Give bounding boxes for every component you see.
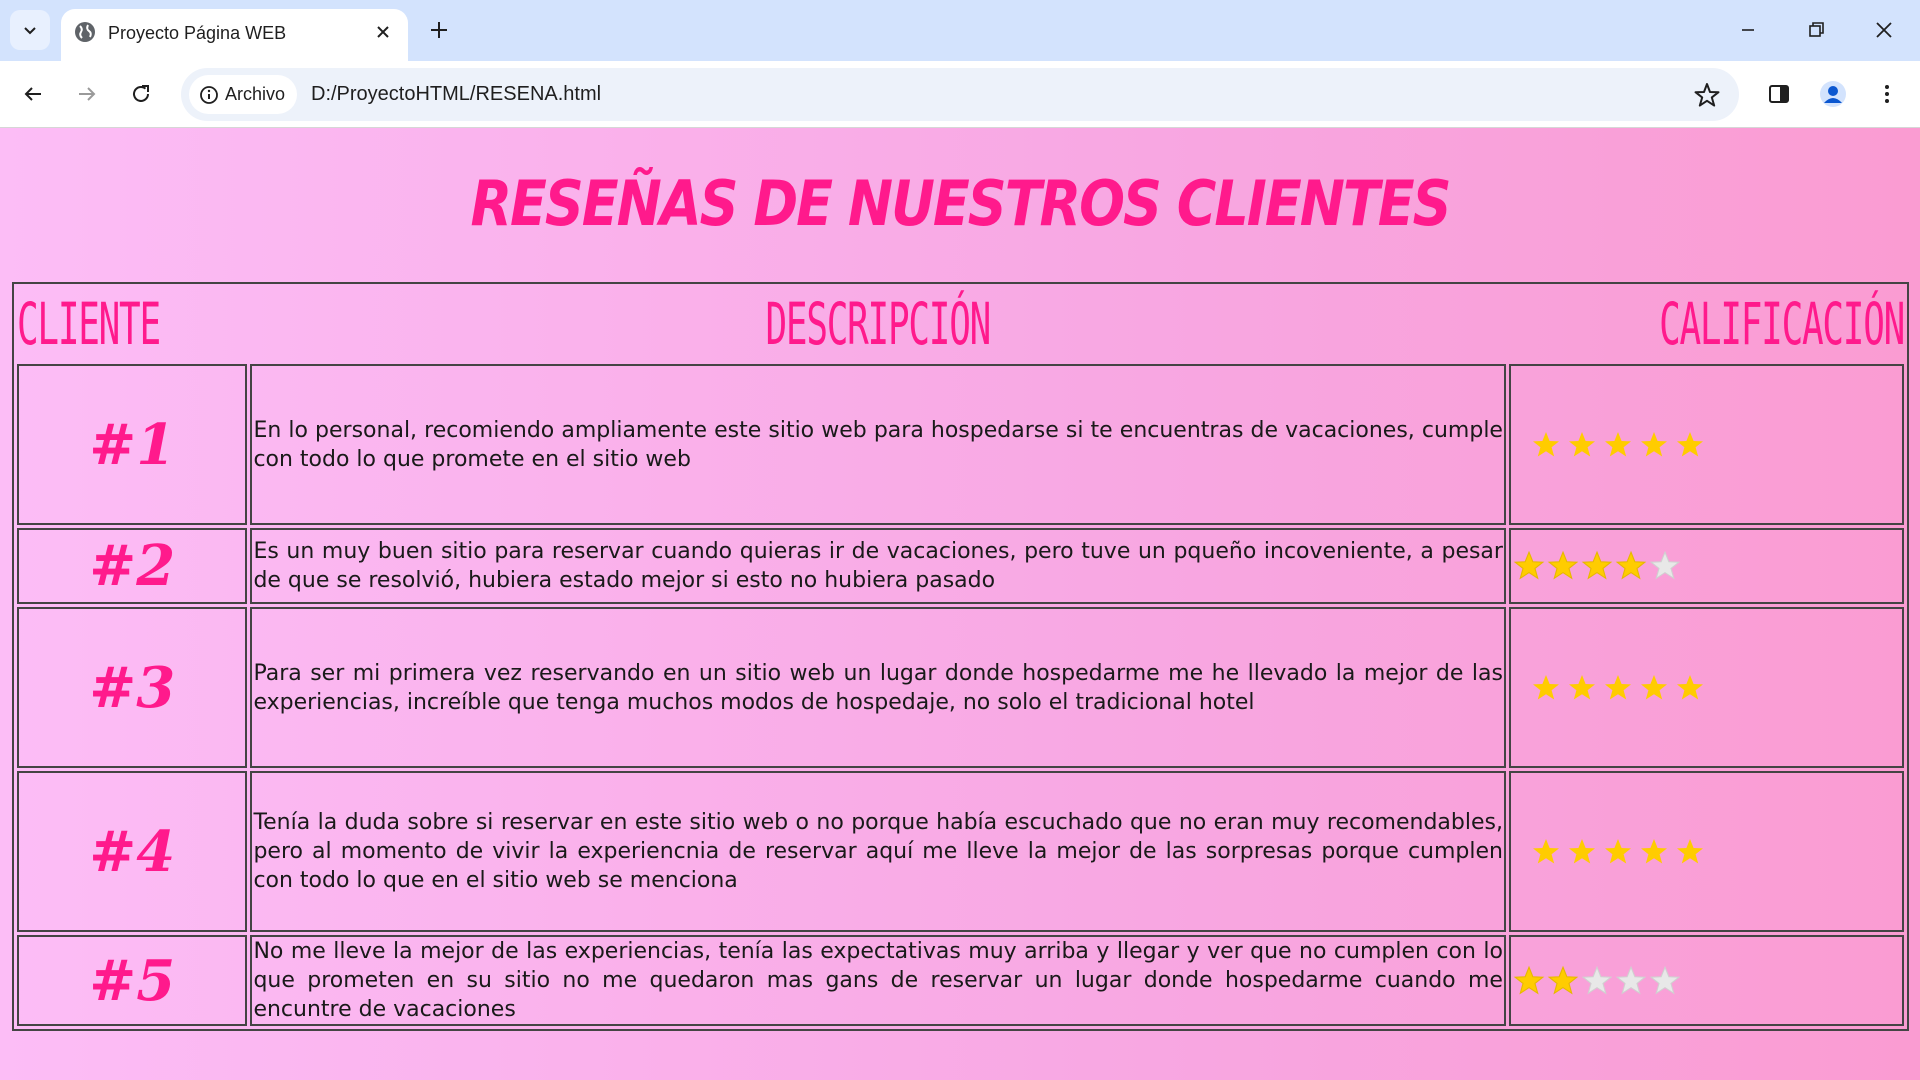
address-bar[interactable]: Archivo D:/ProyectoHTML/RESENA.html [181,68,1739,121]
star-rating [1511,430,1902,460]
review-text: Es un muy buen sitio para reservar cuand… [250,528,1506,604]
restore-icon [1809,22,1824,37]
star-empty-icon [1649,550,1681,580]
table-row: #1 En lo personal, recomiendo ampliament… [17,364,1904,525]
star-filled-icon [1568,431,1595,456]
star-filled-icon [1604,674,1631,699]
table-row: #3 Para ser mi primera vez reservando en… [17,607,1904,768]
header-calificacion: CALIFICACIÓN [1659,290,1905,358]
client-number: #4 [17,771,248,932]
rating-cell [1508,935,1904,1026]
table-row: #4 Tenía la duda sobre si reservar en es… [17,771,1904,932]
forward-button[interactable] [71,78,103,110]
star-filled-icon [1604,431,1631,456]
star-icon[interactable] [1693,81,1721,109]
back-button[interactable] [17,78,49,110]
minimize-icon [1742,29,1754,31]
star-empty-icon [1649,965,1681,994]
tab-search-button[interactable] [10,10,50,50]
back-icon [24,87,41,101]
star-filled-icon [1532,674,1559,699]
site-info-label: Archivo [225,84,286,104]
minimize-button[interactable] [1732,14,1764,46]
star-rating [1511,550,1902,582]
star-filled-icon [1568,838,1595,863]
table-row: #5 No me lleve la mejor de las experienc… [17,935,1904,1026]
star-filled-icon [1547,550,1579,580]
star-filled-icon [1640,838,1667,863]
review-text: Para ser mi primera vez reservando en un… [250,607,1506,768]
star-filled-icon [1604,838,1631,863]
tab-title: Proyecto Página WEB [108,23,287,43]
header-descripcion: DESCRIPCIÓN [765,290,992,358]
menu-button[interactable] [1871,78,1903,110]
star-filled-icon [1640,431,1667,456]
star-filled-icon [1513,550,1545,580]
side-panel-button[interactable] [1763,78,1795,110]
forward-icon [79,87,96,101]
tab-strip: Proyecto Página WEB [0,0,1920,61]
star-filled-icon [1532,838,1559,863]
star-filled-icon [1568,674,1595,699]
rating-cell [1508,607,1904,768]
active-tab[interactable]: Proyecto Página WEB [61,9,408,61]
side-panel-icon [1769,85,1789,103]
star-empty-icon [1615,965,1647,994]
page-title: RESEÑAS DE NUESTROS CLIENTES [470,167,1451,240]
rating-cell [1508,528,1904,604]
menu-icon [1885,85,1889,103]
star-empty-icon [1581,965,1613,994]
review-text: No me lleve la mejor de las experiencias… [250,935,1506,1026]
star-filled-icon [1547,965,1579,994]
tab-search-icon [24,27,36,35]
star-filled-icon [1513,965,1545,994]
star-filled-icon [1676,838,1703,863]
browser-toolbar: Archivo D:/ProyectoHTML/RESENA.html [0,61,1920,128]
profile-icon [1820,81,1846,107]
table-row: #2 Es un muy buen sitio para reservar cu… [17,528,1904,604]
profile-button[interactable] [1817,78,1849,110]
close-icon[interactable] [372,21,394,43]
site-info-chip[interactable]: Archivo [189,75,298,114]
globe-icon [75,22,95,42]
page-content: RESEÑAS DE NUESTROS CLIENTES CLIENTE DES… [0,128,1920,1080]
plus-icon[interactable] [425,16,453,44]
client-number: #3 [17,607,248,768]
client-number: #2 [17,528,248,604]
star-rating [1511,837,1902,867]
star-filled-icon [1676,674,1703,699]
star-filled-icon [1640,674,1667,699]
reload-icon [133,85,149,102]
star-rating [1511,673,1902,703]
reload-button[interactable] [125,78,157,110]
info-icon [200,85,218,104]
reviews-table: CLIENTE DESCRIPCIÓN CALIFICACIÓN #1 En l… [12,282,1909,1031]
star-filled-icon [1532,431,1559,456]
star-filled-icon [1676,431,1703,456]
client-number: #5 [17,935,248,1026]
review-text: En lo personal, recomiendo ampliamente e… [250,364,1506,525]
url-text[interactable]: D:/ProyectoHTML/RESENA.html [311,83,601,106]
star-rating [1511,965,1902,997]
header-cliente: CLIENTE [17,290,161,358]
restore-button[interactable] [1800,14,1832,46]
rating-cell [1508,771,1904,932]
close-window-icon [1876,22,1892,38]
client-number: #1 [17,364,248,525]
close-window-button[interactable] [1868,14,1900,46]
rating-cell [1508,364,1904,525]
star-filled-icon [1581,550,1613,580]
star-filled-icon [1615,550,1647,580]
review-text: Tenía la duda sobre si reservar en este … [250,771,1506,932]
